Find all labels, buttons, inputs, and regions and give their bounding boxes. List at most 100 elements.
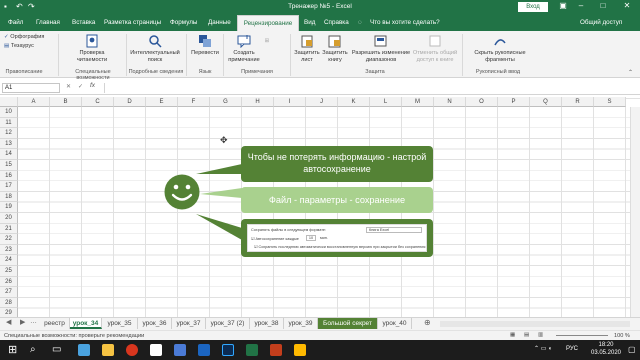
check-accessibility-button[interactable]: Проверка читаемости: [73, 34, 111, 63]
page-layout-view-icon[interactable]: ▤: [524, 332, 529, 338]
sheet-tab[interactable]: урок_36: [138, 318, 172, 329]
row-header[interactable]: 23: [0, 244, 18, 256]
word-icon[interactable]: [174, 344, 186, 356]
task-view-icon[interactable]: ▭: [52, 344, 61, 355]
tab-formulas[interactable]: Формулы: [170, 19, 197, 26]
sheet-tab[interactable]: урок_39: [284, 318, 318, 329]
column-header[interactable]: M: [402, 97, 434, 107]
formula-input[interactable]: [104, 83, 632, 93]
normal-view-icon[interactable]: ▦: [510, 332, 515, 338]
sheet-tab-active[interactable]: урок_34: [70, 318, 102, 329]
column-header[interactable]: P: [498, 97, 530, 107]
column-header[interactable]: J: [306, 97, 338, 107]
page-break-view-icon[interactable]: ▥: [538, 332, 543, 338]
column-header[interactable]: L: [370, 97, 402, 107]
protect-sheet-button[interactable]: Защитить лист: [294, 34, 320, 63]
row-header[interactable]: 25: [0, 266, 18, 277]
protect-book-button[interactable]: Защитить книгу: [321, 34, 349, 63]
horizontal-scrollbar[interactable]: [440, 321, 630, 327]
spelling-button[interactable]: ✓ Орфография: [4, 34, 44, 41]
enter-formula-icon[interactable]: ✓: [78, 83, 83, 90]
column-header[interactable]: C: [82, 97, 114, 107]
search-icon[interactable]: ⌕: [30, 344, 36, 355]
row-header[interactable]: 14: [0, 149, 18, 160]
ribbon-options-icon[interactable]: ▣: [556, 1, 570, 10]
allow-edit-ranges-button[interactable]: Разрешить изменение диапазонов: [350, 34, 412, 63]
column-header[interactable]: O: [466, 97, 498, 107]
translate-button[interactable]: Перевести: [190, 34, 220, 57]
tab-file[interactable]: Файл: [8, 19, 23, 26]
tab-view[interactable]: Вид: [304, 19, 315, 26]
scroll-left-icon[interactable]: ◀: [6, 318, 11, 326]
column-header[interactable]: H: [242, 97, 274, 107]
name-box[interactable]: A1: [2, 83, 60, 93]
sheet-tab[interactable]: урок_35: [102, 318, 138, 329]
excel-icon[interactable]: [246, 344, 258, 356]
notifications-icon[interactable]: ▢: [628, 345, 636, 354]
tab-help[interactable]: Справка: [324, 19, 349, 26]
add-sheet-icon[interactable]: ⊕: [424, 318, 431, 327]
zoom-slider[interactable]: [556, 335, 608, 336]
sheet-tab[interactable]: урок_37 (2): [206, 318, 250, 329]
column-header[interactable]: G: [210, 97, 242, 107]
zoom-level[interactable]: 100 %: [614, 333, 630, 339]
tab-data[interactable]: Данные: [208, 19, 231, 26]
insert-function-icon[interactable]: fx: [90, 82, 95, 89]
row-header[interactable]: 24: [0, 255, 18, 266]
row-header[interactable]: 21: [0, 223, 18, 235]
smart-lookup-button[interactable]: Интеллектуальный поиск: [128, 34, 182, 63]
vertical-scrollbar[interactable]: [630, 107, 640, 317]
explorer-icon[interactable]: [102, 344, 114, 356]
tray-icons[interactable]: ⌃ ▭ ◖: [534, 345, 552, 352]
close-icon[interactable]: ✕: [620, 1, 634, 10]
row-header[interactable]: 18: [0, 191, 18, 203]
sheet-tab[interactable]: урок_40: [378, 318, 412, 329]
sheet-tab[interactable]: урок_38: [250, 318, 284, 329]
tab-home[interactable]: Главная: [36, 19, 60, 26]
row-header[interactable]: 26: [0, 276, 18, 288]
tab-insert[interactable]: Вставка: [72, 19, 95, 26]
thesaurus-button[interactable]: ▤ Тезаурус: [4, 43, 34, 50]
column-header[interactable]: R: [562, 97, 594, 107]
row-header[interactable]: 15: [0, 160, 18, 171]
row-header[interactable]: 17: [0, 181, 18, 192]
row-header[interactable]: 22: [0, 234, 18, 245]
edge-icon[interactable]: [78, 344, 90, 356]
hide-ink-button[interactable]: Скрыть рукописные фрагменты: [470, 34, 530, 63]
folder-icon[interactable]: [294, 344, 306, 356]
language-indicator[interactable]: РУС: [566, 346, 578, 352]
row-header[interactable]: 12: [0, 128, 18, 139]
row-header[interactable]: 16: [0, 170, 18, 182]
column-header[interactable]: N: [434, 97, 466, 107]
row-header[interactable]: 10: [0, 107, 18, 118]
clock-date[interactable]: 03.05.2020: [590, 350, 622, 356]
clock-time[interactable]: 18:20: [590, 342, 622, 348]
windows-start-icon[interactable]: ⊞: [8, 343, 17, 356]
photoshop-icon[interactable]: [222, 344, 234, 356]
row-header[interactable]: 20: [0, 213, 18, 224]
share-button[interactable]: Общий доступ: [580, 19, 622, 26]
row-header[interactable]: 27: [0, 287, 18, 298]
collapse-ribbon-icon[interactable]: ⌃: [628, 69, 633, 76]
more-tabs-icon[interactable]: …: [30, 318, 37, 325]
column-header[interactable]: A: [18, 97, 50, 107]
new-comment-button[interactable]: Создать примечание: [226, 34, 262, 63]
tab-review[interactable]: Рецензирование: [237, 15, 299, 31]
tab-page-layout[interactable]: Разметка страницы: [104, 19, 161, 26]
store-icon[interactable]: [198, 344, 210, 356]
sheet-tab[interactable]: реестр: [40, 318, 70, 329]
column-header[interactable]: I: [274, 97, 306, 107]
unshare-workbook-button[interactable]: Отменить общий доступ к книге: [412, 34, 458, 63]
row-header[interactable]: 11: [0, 117, 18, 129]
column-header[interactable]: S: [594, 97, 626, 107]
row-header[interactable]: 19: [0, 202, 18, 213]
column-header[interactable]: B: [50, 97, 82, 107]
select-all-corner[interactable]: [0, 97, 18, 107]
maximize-icon[interactable]: □: [596, 1, 610, 10]
minimize-icon[interactable]: –: [574, 1, 588, 10]
opera-icon[interactable]: [126, 344, 138, 356]
scroll-right-icon[interactable]: ▶: [20, 318, 25, 326]
sheet-tab-accent[interactable]: Большой секрет: [318, 318, 378, 329]
outlook-icon[interactable]: [150, 344, 162, 356]
login-button[interactable]: Вход: [518, 2, 548, 12]
